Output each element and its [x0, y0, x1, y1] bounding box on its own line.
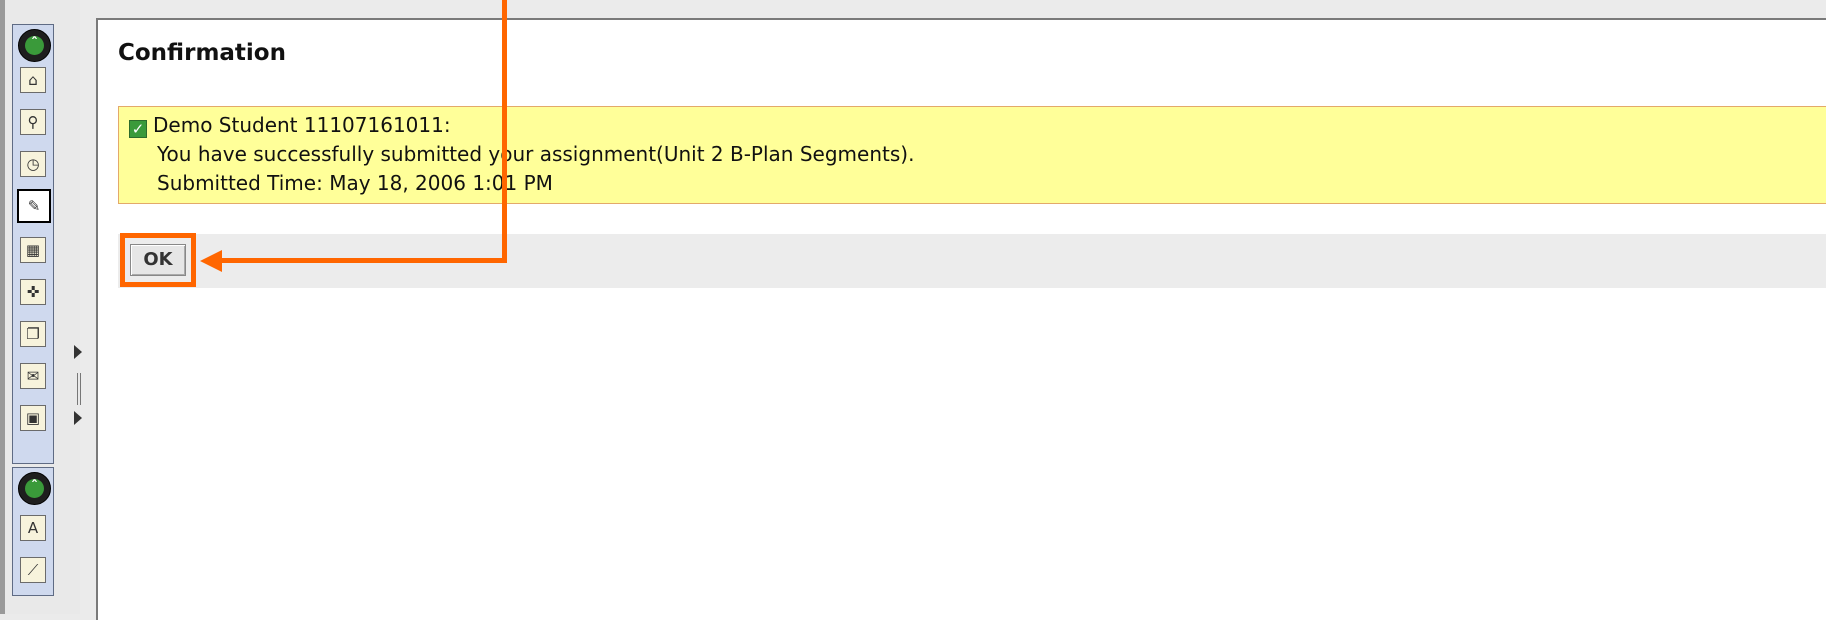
checkmark-icon: ✓: [129, 120, 147, 138]
submission-receipt: ✓ Demo Student 11107161011: You have succ…: [118, 106, 1826, 204]
calendar-icon[interactable]: ▦: [20, 237, 46, 263]
annotation-arrow-line: [218, 258, 507, 263]
presentation-icon[interactable]: ▣: [20, 405, 46, 431]
annotation-arrow-head: [200, 250, 222, 272]
sidebar-resize-handle[interactable]: [72, 345, 86, 435]
success-message: You have successfully submitted your ass…: [157, 142, 915, 166]
assignment-icon[interactable]: ✎: [17, 189, 51, 223]
annotation-arrow-line: [502, 0, 507, 263]
receipt-header: ✓ Demo Student 11107161011:: [129, 111, 1826, 140]
chevron-up-icon: ˆ: [31, 479, 38, 495]
documents-icon[interactable]: ❐: [20, 321, 46, 347]
collapse-group-button[interactable]: ˆ: [18, 29, 51, 62]
student-name: Demo Student 11107161011:: [153, 113, 451, 137]
chart-icon[interactable]: ⟋: [20, 557, 46, 583]
main-content-panel: Confirmation ✓ Demo Student 11107161011: …: [96, 18, 1826, 620]
pushpin-icon[interactable]: ✜: [20, 279, 46, 305]
tool-group-main: ˆ ⌂ ⚲ ◷ ✎ ▦ ✜ ❐ ✉ ▣: [12, 24, 54, 464]
highlight-box: [120, 233, 196, 287]
chevron-up-icon: ˆ: [31, 36, 38, 52]
expand-arrow-icon: [74, 345, 82, 359]
tool-group-secondary: ˆ A ⟋: [12, 467, 54, 596]
clock-document-icon[interactable]: ◷: [20, 151, 46, 177]
grade-icon[interactable]: A: [20, 515, 46, 541]
mail-icon[interactable]: ✉: [20, 363, 46, 389]
grip-icon: [77, 373, 81, 405]
expand-arrow-icon: [74, 411, 82, 425]
sidebar-edge: [0, 0, 5, 614]
collapse-group-button[interactable]: ˆ: [18, 472, 51, 505]
submitted-time: Submitted Time: May 18, 2006 1:01 PM: [157, 171, 553, 195]
course-tools-sidebar: ˆ ⌂ ⚲ ◷ ✎ ▦ ✜ ❐ ✉ ▣ ˆ A ⟋: [0, 0, 82, 614]
satellite-icon[interactable]: ⚲: [20, 109, 46, 135]
page-title: Confirmation: [118, 40, 286, 66]
home-icon[interactable]: ⌂: [20, 67, 46, 93]
